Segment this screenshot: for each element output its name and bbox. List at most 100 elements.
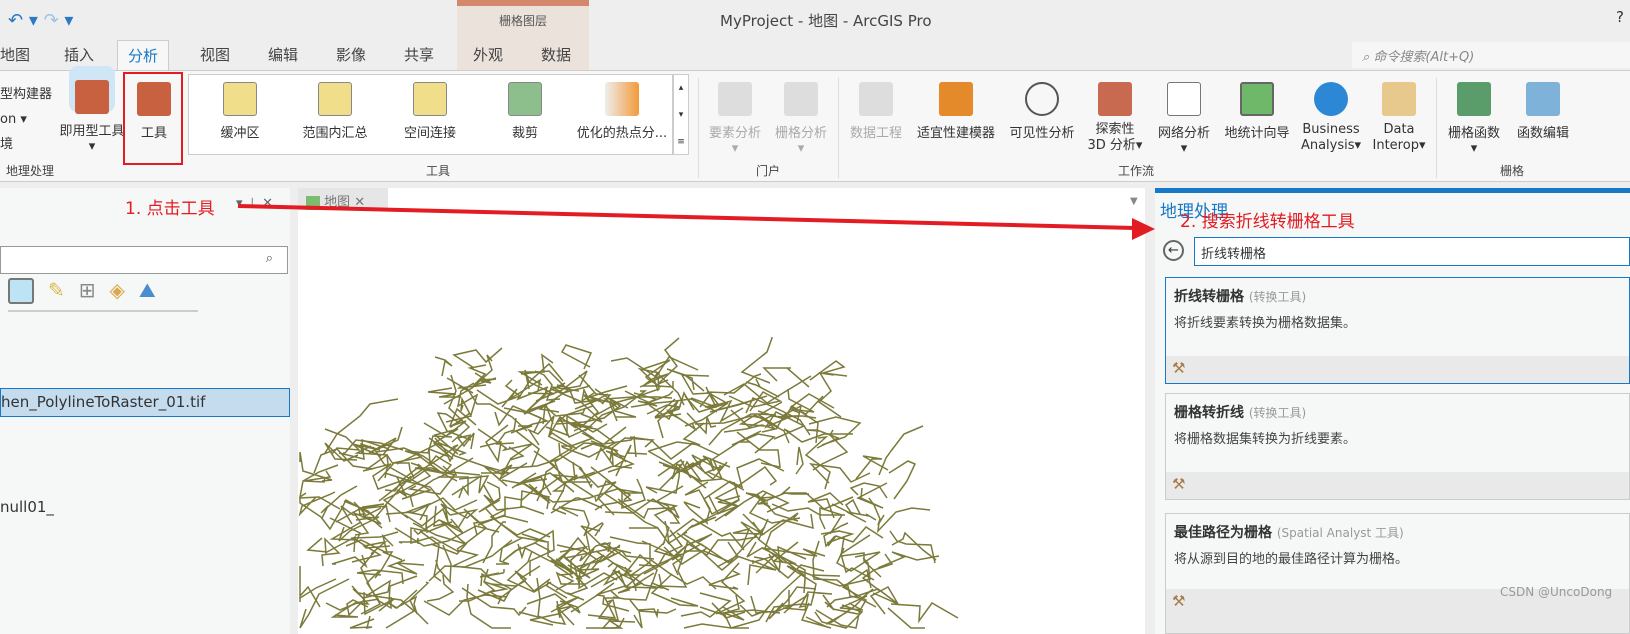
clip-tool[interactable]: 裁剪 [495,82,555,141]
pencil-icon[interactable]: ✎ [48,278,65,310]
python-button[interactable]: on ▾ [0,107,52,132]
tool-category: (转换工具) [1248,290,1307,304]
road-line [450,549,490,578]
network-icon [1167,82,1201,116]
watermark: CSDN @UncoDong [1500,585,1613,599]
tag-icon[interactable]: ◈ [110,278,125,310]
raster-functions-button[interactable]: 栅格函数 ▾ [1443,82,1505,156]
road-line [388,575,418,609]
tab-data[interactable]: 数据 [541,44,571,65]
tab-share[interactable]: 共享 [404,44,434,65]
visibility-analysis-button[interactable]: 可见性分析 [1004,82,1080,141]
summarize-within-tool[interactable]: 范围内汇总 [295,82,375,141]
pane-pin-close[interactable]: ▾ ⊥ ✕ [236,196,273,211]
help-button[interactable]: ? [1616,8,1624,26]
road-line [856,482,888,509]
label: 适宜性建模器 [916,126,995,141]
satellite-icon[interactable]: ⛰ [139,278,156,310]
gallery-scroll[interactable]: ▴ ▾ ≡ [673,74,689,155]
quick-access-toolbar: ↶ ▾ ↷ ▾ [8,10,74,31]
raster-analysis-button[interactable]: 栅格分析 ▾ [770,82,832,156]
tab-imagery[interactable]: 影像 [336,44,366,65]
tool-result-card[interactable]: 栅格转折线 (转换工具) 将栅格数据集转换为折线要素。 ⚒ [1165,393,1630,500]
road-line [757,492,809,505]
road-line [656,520,670,545]
network-analysis-button[interactable]: 网络分析 ▾ [1152,82,1216,156]
map-view[interactable] [298,188,1145,634]
tab-analysis[interactable]: 分析 [117,40,170,71]
workflows-group-label: 工作流 [1118,164,1155,178]
grid-add-icon[interactable]: ⊞ [79,278,96,310]
road-line [520,490,550,515]
ready-to-use-tools-button[interactable]: 即用型工具 ▾ [56,80,128,154]
road-line [365,453,389,479]
tool-name: 最佳路径为栅格 [1174,525,1272,541]
raster-analysis-icon [784,82,818,116]
layer-item[interactable]: null01_ [0,498,54,516]
buffer-tool[interactable]: 缓冲区 [205,82,275,141]
label: 优化的热点分... [576,126,668,141]
road-line [650,573,699,607]
environments-button[interactable]: 境 [0,132,52,157]
selected-layer-item[interactable]: hen_PolylineToRaster_01.tif [0,388,290,417]
data-engineering-button[interactable]: 数据工程 [845,82,907,141]
undo-button[interactable]: ↶ [8,10,23,31]
command-search-placeholder: 命令搜索(Alt+Q) [1373,50,1475,65]
road-line [811,557,871,587]
tab-appearance[interactable]: 外观 [473,44,503,65]
function-editor-icon [1526,82,1560,116]
data-interop-icon [1382,82,1416,116]
pane-search-input[interactable]: ⌕ [0,246,288,274]
tab-edit[interactable]: 编辑 [268,44,298,65]
buffer-icon [223,82,257,116]
summarize-within-icon [318,82,352,116]
highlight-box [123,72,183,165]
raster-group-label: 栅格 [1500,164,1525,178]
hot-spot-tool[interactable]: 优化的热点分... [572,82,672,141]
hammer-icon: ⚒ [1166,356,1629,383]
label: 网络分析 [1157,126,1210,141]
road-line [560,344,593,370]
feature-analysis-button[interactable]: 要素分析 ▾ [705,82,765,156]
business-analysis-button[interactable]: Business Analysis▾ [1298,82,1364,154]
road-line [299,566,321,608]
tool-result-card[interactable]: 最佳路径为栅格 (Spatial Analyst 工具) 将从源到目的地的最佳路径… [1165,513,1630,634]
label: 数据工程 [849,126,902,141]
road-line [452,347,503,369]
data-engineering-icon [859,82,893,116]
tool-search-input[interactable]: 折线转栅格 [1194,237,1630,266]
tab-dropdown[interactable]: ▼ [1130,196,1138,207]
label: 探索性 3D 分析▾ [1087,122,1143,153]
command-search[interactable]: ⌕ 命令搜索(Alt+Q) [1352,42,1630,68]
road-line [558,506,590,537]
road-line [595,446,614,468]
suitability-modeler-button[interactable]: 适宜性建模器 [910,82,1002,141]
back-icon[interactable]: ← [1163,240,1184,261]
road-line [888,460,917,500]
function-editor-button[interactable]: 函数编辑 [1508,82,1578,141]
tool-category: (Spatial Analyst 工具) [1276,526,1404,540]
road-line [476,379,522,405]
tool-result-card[interactable]: 折线转栅格 (转换工具) 将折线要素转换为栅格数据集。 ⚒ [1165,277,1630,384]
exploratory-3d-button[interactable]: 探索性 3D 分析▾ [1084,82,1146,154]
feature-analysis-icon [718,82,752,116]
tab-insert[interactable]: 插入 [64,44,94,65]
geostatistical-wizard-button[interactable]: 地统计向导 [1218,82,1296,141]
road-line [827,526,884,547]
tab-map[interactable]: 地图 [0,44,30,65]
road-line [891,531,937,561]
business-analysis-icon [1314,82,1348,116]
road-line [551,465,633,493]
clip-icon [508,82,542,116]
tab-view[interactable]: 视图 [200,44,230,65]
road-line [855,455,889,480]
redo-button[interactable]: ↷ [44,10,59,31]
road-line [349,615,375,629]
map-tab[interactable]: 地图 ✕ [298,188,388,210]
map-icon[interactable] [8,278,34,304]
road-line [502,542,551,562]
model-builder-button[interactable]: 型构建器 [0,82,52,107]
data-interop-button[interactable]: Data Interop▾ [1368,82,1430,154]
spatial-join-tool[interactable]: 空间连接 [395,82,465,141]
road-line [423,594,508,616]
